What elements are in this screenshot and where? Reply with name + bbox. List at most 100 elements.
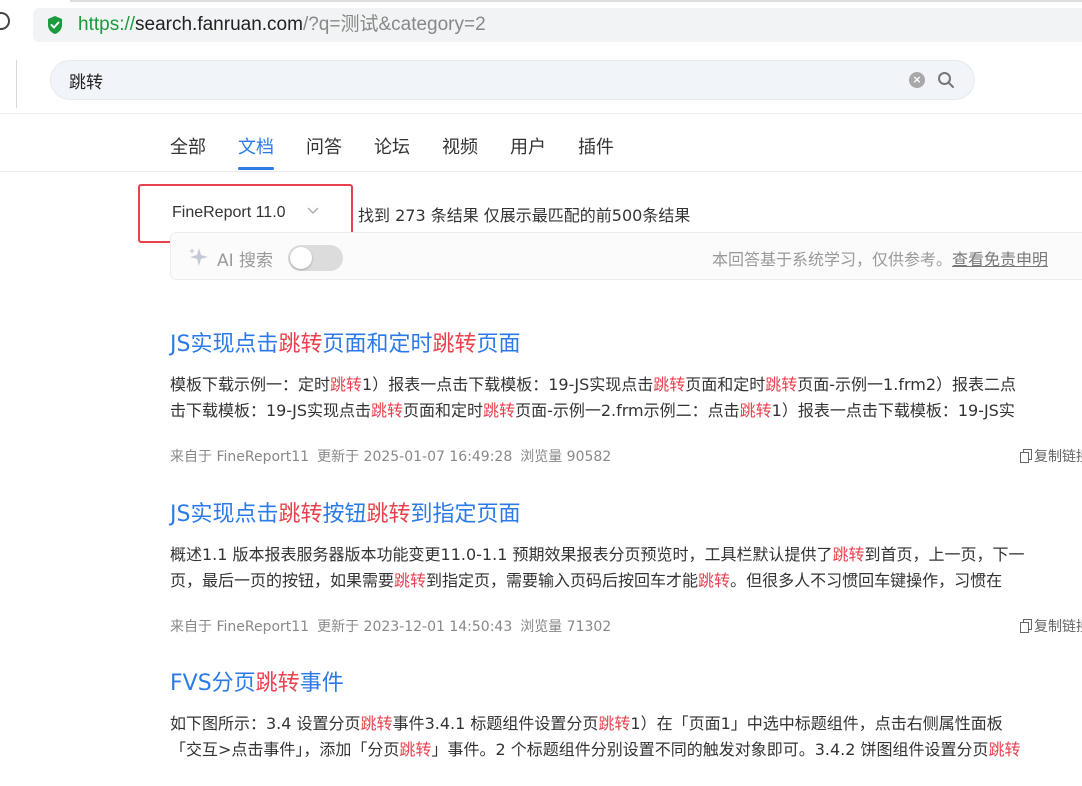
- text-segment: 1）在「页面1」中选中标题组件，点击右侧属性面板: [630, 714, 1003, 733]
- highlight-text: 跳转: [598, 714, 631, 733]
- text-segment: 到指定页面: [410, 502, 521, 527]
- snippet-line: 页，最后一页的按钮，如果需要跳转到指定页，需要输入页码后按回车才能跳转。但很多人…: [170, 568, 1082, 594]
- highlight-text: 跳转: [483, 401, 516, 420]
- result-updated: 更新于 2023-12-01 14:50:43: [317, 619, 513, 635]
- text-segment: 。但很多人不习惯回车键操作，习惯在: [730, 571, 1003, 590]
- text-segment: 页面: [476, 332, 521, 357]
- result-snippet: 概述1.1 版本报表服务器版本功能变更11.0-1.1 预期效果报表分页预览时，…: [170, 542, 1082, 594]
- result-views: 浏览量 71302: [520, 619, 612, 635]
- tabs-divider: [0, 171, 1082, 172]
- text-segment: 事件3.4.1 标题组件设置分页: [392, 714, 599, 733]
- highlight-text: 跳转: [765, 375, 798, 394]
- highlight-text: 跳转: [278, 332, 323, 357]
- text-segment: JS实现点击: [170, 332, 279, 357]
- ai-search-label: AI 搜索: [217, 251, 274, 271]
- snippet-line: 击下载模板：19-JS实现点击跳转页面和定时跳转页面-示例一2.frm示例二：点…: [170, 398, 1082, 424]
- search-result: JS实现点击跳转页面和定时跳转页面 模板下载示例一：定时跳转1）报表一点击下载模…: [170, 330, 1082, 466]
- reload-icon[interactable]: [0, 12, 10, 30]
- text-segment: 到首页，上一页，下一: [864, 545, 1025, 564]
- version-select-value: FineReport 11.0: [172, 204, 286, 221]
- snippet-line: 概述1.1 版本报表服务器版本功能变更11.0-1.1 预期效果报表分页预览时，…: [170, 542, 1082, 568]
- url-host: search.fanruan.com: [135, 14, 303, 35]
- tab-video[interactable]: 视频: [442, 134, 478, 170]
- address-url[interactable]: https://search.fanruan.com/?q=测试&categor…: [78, 13, 486, 37]
- text-segment: 如下图所示：3.4 设置分页: [170, 714, 361, 733]
- text-segment: 概述1.1 版本报表服务器版本功能变更11.0-1.1 预期效果报表分页预览时，…: [170, 545, 833, 564]
- tab-docs[interactable]: 文档: [238, 134, 274, 170]
- text-segment: 页面和定时: [322, 332, 433, 357]
- highlight-text: 跳转: [278, 502, 323, 527]
- text-segment: 模板下载示例一：定时: [170, 375, 331, 394]
- tab-strip-edge: [70, 0, 1082, 2]
- text-segment: 」事件。2 个标题组件分别设置不同的触发对象即可。3.4.2 饼图组件设置分页: [431, 740, 989, 759]
- highlight-text: 跳转: [739, 401, 772, 420]
- result-source: 来自于 FineReport11: [170, 449, 310, 465]
- chevron-down-icon: [307, 207, 319, 214]
- highlight-text: 跳转: [330, 375, 363, 394]
- url-path: /?q=测试&category=2: [302, 14, 486, 35]
- highlight-text: 跳转: [832, 545, 865, 564]
- highlight-text: 跳转: [432, 332, 477, 357]
- highlight-text: 跳转: [371, 401, 404, 420]
- text-segment: 到指定页，需要输入页码后按回车才能: [426, 571, 699, 590]
- copy-icon: [1020, 449, 1032, 463]
- text-segment: 事件: [299, 671, 344, 696]
- snippet-line: 如下图所示：3.4 设置分页跳转事件3.4.1 标题组件设置分页跳转1）在「页面…: [170, 711, 1082, 737]
- text-segment: 页面-示例一1.frm2）报表二点: [797, 375, 1017, 394]
- disclaimer-link[interactable]: 查看免责申明: [952, 250, 1048, 269]
- snippet-line: 模板下载示例一：定时跳转1）报表一点击下载模板：19-JS实现点击跳转页面和定时…: [170, 372, 1082, 398]
- text-segment: 页面和定时: [685, 375, 766, 394]
- address-bar[interactable]: https://search.fanruan.com/?q=测试&categor…: [33, 8, 1082, 42]
- copy-link-label: 复制链接: [1034, 449, 1082, 465]
- text-segment: JS实现点击: [170, 502, 279, 527]
- result-updated: 更新于 2025-01-07 16:49:28: [317, 449, 513, 465]
- result-count: 找到 273 条结果 仅展示最匹配的前500条结果: [358, 206, 691, 225]
- ai-search-bar: AI 搜索 本回答基于系统学习，仅供参考。查看免责申明: [170, 232, 1082, 280]
- result-source: 来自于 FineReport11: [170, 619, 310, 635]
- search-icon[interactable]: [937, 71, 955, 89]
- result-title-link[interactable]: JS实现点击跳转页面和定时跳转页面: [170, 330, 1082, 360]
- copy-link-button[interactable]: 复制链接: [1020, 446, 1082, 466]
- header-divider: [0, 113, 1082, 114]
- result-title-link[interactable]: FVS分页跳转事件: [170, 669, 1082, 699]
- text-segment: 页面-示例一2.frm示例二：点击: [515, 401, 740, 420]
- tab-users[interactable]: 用户: [510, 134, 546, 170]
- browser-toolbar: https://search.fanruan.com/?q=测试&categor…: [0, 0, 1082, 50]
- tab-qa[interactable]: 问答: [306, 134, 342, 170]
- copy-link-button[interactable]: 复制链接: [1020, 616, 1082, 636]
- category-tabs: 全部 文档 问答 论坛 视频 用户 插件: [170, 134, 646, 174]
- result-meta: 来自于 FineReport11 更新于 2025-01-07 16:49:28 浏…: [170, 446, 1082, 466]
- ai-disclaimer-note: 本回答基于系统学习，仅供参考。查看免责申明: [712, 246, 1048, 270]
- ai-search-toggle[interactable]: [288, 245, 343, 271]
- highlight-text: 跳转: [360, 714, 393, 733]
- sparkle-icon: [189, 248, 208, 266]
- highlight-text: 跳转: [988, 740, 1021, 759]
- highlight-text: 跳转: [255, 671, 300, 696]
- highlight-text: 跳转: [653, 375, 686, 394]
- highlight-text: 跳转: [366, 502, 411, 527]
- copy-link-label: 复制链接: [1034, 619, 1082, 635]
- tab-forum[interactable]: 论坛: [374, 134, 410, 170]
- ai-note-text: 本回答基于系统学习，仅供参考。: [712, 250, 953, 269]
- copy-icon: [1020, 619, 1032, 633]
- search-result: JS实现点击跳转按钮跳转到指定页面 概述1.1 版本报表服务器版本功能变更11.…: [170, 500, 1082, 636]
- text-segment: 页面和定时: [403, 401, 484, 420]
- sidebar-divider: [16, 60, 17, 108]
- text-segment: 页，最后一页的按钮，如果需要: [170, 571, 395, 590]
- result-title-link[interactable]: JS实现点击跳转按钮跳转到指定页面: [170, 500, 1082, 530]
- text-segment: 按钮: [322, 502, 367, 527]
- clear-icon[interactable]: ×: [909, 72, 925, 88]
- tab-all[interactable]: 全部: [170, 134, 206, 170]
- text-segment: FVS分页: [170, 671, 256, 696]
- search-bar: ×: [50, 60, 975, 100]
- search-input[interactable]: [69, 61, 889, 99]
- tab-plugins[interactable]: 插件: [578, 134, 614, 170]
- highlight-text: 跳转: [399, 740, 432, 759]
- toggle-knob: [290, 247, 312, 269]
- text-segment: 1）报表一点击下载模板：19-JS实现点击: [362, 375, 654, 394]
- highlight-text: 跳转: [698, 571, 731, 590]
- result-snippet: 如下图所示：3.4 设置分页跳转事件3.4.1 标题组件设置分页跳转1）在「页面…: [170, 711, 1082, 763]
- text-segment: 1）报表一点击下载模板：19-JS实: [771, 401, 1015, 420]
- text-segment: 击下载模板：19-JS实现点击: [170, 401, 372, 420]
- text-segment: 「交互>点击事件」，添加「分页: [170, 740, 400, 759]
